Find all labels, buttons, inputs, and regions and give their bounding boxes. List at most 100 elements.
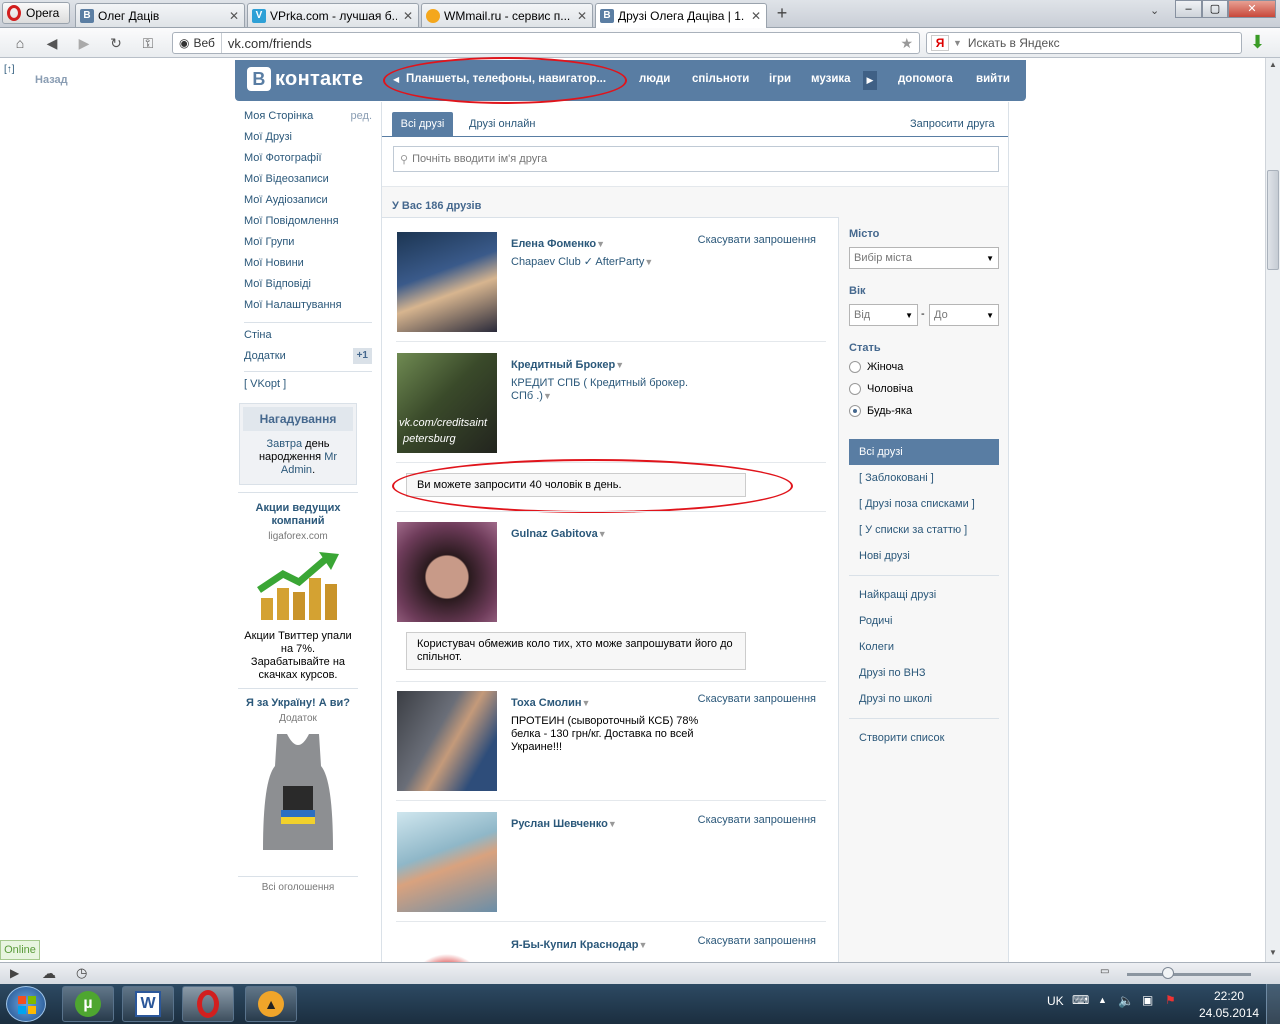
- tab-oleg-datsiv[interactable]: B Олег Дацiв ✕: [75, 3, 245, 27]
- scroll-down-icon[interactable]: ▼: [1267, 948, 1279, 960]
- close-icon[interactable]: ✕: [749, 9, 763, 23]
- gender-option-male[interactable]: Чоловіча: [849, 378, 999, 400]
- reload-icon[interactable]: ↻: [106, 34, 126, 52]
- yandex-search-field[interactable]: Я ▼ Искать в Яндекс: [926, 32, 1242, 54]
- friend-photo[interactable]: [397, 933, 497, 963]
- friend-status[interactable]: КРЕДИТ СПБ ( Кредитный брокер. СПб .)▼: [511, 377, 701, 403]
- all-ads-link[interactable]: Всі оголошення: [240, 882, 356, 893]
- age-to-select[interactable]: До ▼: [929, 304, 999, 326]
- friend-photo[interactable]: [397, 812, 497, 912]
- menu-my-answers[interactable]: Мої Відповіді: [244, 274, 372, 295]
- menu-my-settings[interactable]: Мої Налаштування: [244, 295, 372, 316]
- vk-logo[interactable]: В контакте: [247, 67, 363, 91]
- clock-date[interactable]: 24.05.2014: [1199, 1006, 1259, 1020]
- tab-all-friends[interactable]: Всі друзі: [392, 112, 453, 136]
- edit-link[interactable]: ред.: [351, 106, 372, 127]
- network-icon[interactable]: ▣: [1142, 993, 1153, 1007]
- radio-button[interactable]: [849, 405, 861, 417]
- word-taskbar-button[interactable]: W: [122, 986, 174, 1022]
- chevron-down-icon[interactable]: ▼: [582, 698, 591, 708]
- menu-wall[interactable]: Стіна: [244, 325, 372, 346]
- opera-menu-button[interactable]: Opera: [2, 2, 70, 24]
- list-colleagues[interactable]: Колеги: [849, 634, 999, 660]
- menu-my-photos[interactable]: Мої Фотографії: [244, 148, 372, 169]
- show-desktop-button[interactable]: [1266, 984, 1280, 1024]
- ad-block-ukraine[interactable]: Я за Україну! А ви? Додаток: [240, 697, 356, 854]
- cancel-request-link[interactable]: Скасувати запрошення: [698, 814, 816, 826]
- friend-photo[interactable]: [397, 232, 497, 332]
- aimp-taskbar-button[interactable]: ▲: [245, 986, 297, 1022]
- key-icon[interactable]: ⚿: [138, 34, 158, 52]
- menu-my-friends[interactable]: Мої Друзі: [244, 127, 372, 148]
- friend-photo[interactable]: vk.com/creditsaint petersburg: [397, 353, 497, 453]
- new-tab-button[interactable]: +: [772, 4, 792, 23]
- friend-name[interactable]: Елена Фоменко▼: [511, 238, 605, 250]
- minimize-button[interactable]: ‒: [1175, 0, 1202, 18]
- tab-friends[interactable]: B Друзi Олега Дацiва | 1... ✕: [595, 3, 767, 28]
- menu-my-groups[interactable]: Мої Групи: [244, 232, 372, 253]
- ad-block-ligaforex[interactable]: Акции ведущих компаний ligaforex.com Акц…: [240, 502, 356, 682]
- page-scrollbar[interactable]: ▲ ▼: [1265, 58, 1280, 962]
- menu-my-page[interactable]: Моя Сторінка ред.: [244, 106, 372, 127]
- menu-my-audio[interactable]: Мої Аудіозаписи: [244, 190, 372, 211]
- menu-my-news[interactable]: Мої Новини: [244, 253, 372, 274]
- chevron-down-icon[interactable]: ▼: [598, 529, 607, 539]
- nav-logout[interactable]: вийти: [976, 73, 1010, 85]
- chevron-down-icon[interactable]: ▼: [639, 940, 648, 950]
- menu-my-messages[interactable]: Мої Повідомлення: [244, 211, 372, 232]
- gender-option-any[interactable]: Будь-яка: [849, 400, 999, 422]
- back-arrow-icon[interactable]: ◀: [42, 34, 62, 52]
- menu-my-videos[interactable]: Мої Відеозаписи: [244, 169, 372, 190]
- home-icon[interactable]: ⌂: [10, 34, 30, 52]
- friend-name[interactable]: Кредитный Брокер▼: [511, 359, 624, 371]
- nav-games[interactable]: ігри: [769, 73, 791, 85]
- maximize-button[interactable]: ▢: [1202, 0, 1228, 18]
- download-arrow-icon[interactable]: ⬇: [1250, 33, 1268, 53]
- radio-button[interactable]: [849, 383, 861, 395]
- language-indicator[interactable]: UK: [1047, 994, 1064, 1008]
- panel-toggle-icon[interactable]: ▶: [10, 966, 19, 980]
- invite-friend-link[interactable]: Запросити друга: [910, 118, 995, 130]
- nav-people[interactable]: люди: [639, 73, 670, 85]
- list-best-friends[interactable]: Найкращі друзі: [849, 582, 999, 608]
- tab-list-icon[interactable]: ⌄: [1150, 4, 1159, 17]
- utorrent-taskbar-button[interactable]: µ: [62, 986, 114, 1022]
- chevron-down-icon[interactable]: ▼: [596, 239, 605, 249]
- bookmark-star-icon[interactable]: ★: [900, 35, 913, 52]
- chevron-down-icon[interactable]: ▼: [615, 360, 624, 370]
- close-icon[interactable]: ✕: [401, 9, 415, 23]
- opera-taskbar-button[interactable]: [182, 986, 234, 1022]
- list-blocked[interactable]: [ Заблоковані ]: [849, 465, 999, 491]
- close-icon[interactable]: ✕: [227, 9, 241, 23]
- forward-arrow-icon[interactable]: ▶: [74, 34, 94, 52]
- cancel-request-link[interactable]: Скасувати запрошення: [698, 935, 816, 947]
- volume-icon[interactable]: 🔈: [1118, 993, 1134, 1009]
- cancel-request-link[interactable]: Скасувати запрошення: [698, 693, 816, 705]
- menu-vkopt[interactable]: [ VKopt ]: [244, 374, 372, 395]
- friend-photo[interactable]: [397, 691, 497, 791]
- nav-music[interactable]: музика: [811, 73, 851, 85]
- chevron-down-icon[interactable]: ▼: [608, 819, 617, 829]
- friend-search-input[interactable]: ⚲ Почніть вводити ім'я друга: [393, 146, 999, 172]
- reminder-date-link[interactable]: Завтра: [266, 438, 302, 450]
- cloud-icon[interactable]: ☁: [42, 965, 56, 982]
- list-new-friends[interactable]: Нові друзі: [849, 543, 999, 569]
- friend-photo[interactable]: [397, 522, 497, 622]
- list-relatives[interactable]: Родичі: [849, 608, 999, 634]
- list-by-gender[interactable]: [ У списки за статтю ]: [849, 517, 999, 543]
- speed-dial-icon[interactable]: ◷: [76, 965, 87, 981]
- clock-time[interactable]: 22:20: [1214, 989, 1244, 1003]
- friend-name[interactable]: Gulnaz Gabitova▼: [511, 528, 607, 540]
- close-icon[interactable]: ✕: [575, 9, 589, 23]
- window-close-button[interactable]: ✕: [1228, 0, 1276, 18]
- nav-more-arrow-icon[interactable]: ▶: [863, 71, 877, 90]
- action-center-icon[interactable]: ⚑: [1165, 993, 1176, 1007]
- age-from-select[interactable]: Від ▼: [849, 304, 918, 326]
- scroll-up-icon[interactable]: ▲: [1267, 60, 1279, 72]
- friend-name[interactable]: Руслан Шевченко▼: [511, 818, 617, 830]
- zoom-slider[interactable]: [1127, 973, 1251, 976]
- tab-wmmail[interactable]: WMmail.ru - сервис п... ✕: [421, 3, 593, 27]
- radio-button[interactable]: [849, 361, 861, 373]
- friend-name[interactable]: Я-Бы-Купил Краснодар▼: [511, 939, 647, 951]
- tab-friends-online[interactable]: Друзі онлайн: [469, 118, 535, 130]
